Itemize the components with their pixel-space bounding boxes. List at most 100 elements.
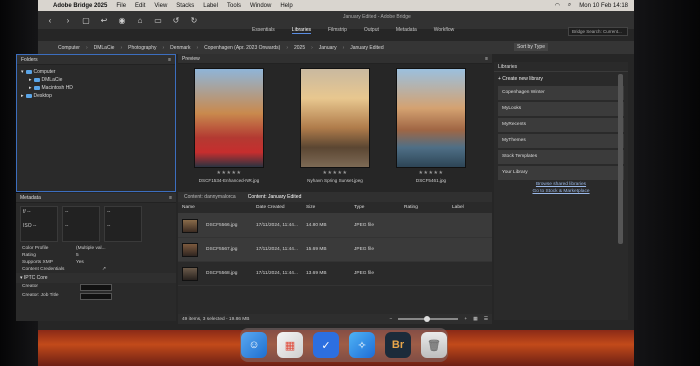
browse-shared-libraries-link[interactable]: Browse shared libraries	[494, 182, 628, 187]
list-view-icon[interactable]: ☰	[484, 317, 488, 322]
rating-stars[interactable]: ★★★★★	[290, 170, 380, 176]
panel-menu-icon[interactable]: ≡	[485, 56, 488, 62]
library-item[interactable]: MyRecents	[498, 118, 624, 132]
rating-stars[interactable]: ★★★★★	[184, 170, 274, 176]
return-icon[interactable]: ↩	[98, 15, 110, 25]
menu-file[interactable]: File	[116, 3, 126, 9]
menu-label[interactable]: Label	[203, 3, 218, 9]
breadcrumb-photography[interactable]: Photography	[128, 45, 156, 51]
breadcrumb-january-edited[interactable]: January Edited	[350, 45, 383, 51]
slider-knob[interactable]	[424, 316, 431, 322]
zoom-out-icon[interactable]: −	[390, 317, 393, 322]
workspace-essentials[interactable]: Essentials	[252, 27, 275, 34]
workspace-libraries[interactable]: Libraries	[291, 27, 311, 34]
column-size[interactable]: Size	[306, 205, 354, 211]
menu-edit[interactable]: Edit	[135, 3, 145, 9]
tab-content-january-edited[interactable]: Content: January Edited	[248, 194, 302, 200]
panel-menu-icon[interactable]: ≡	[169, 195, 172, 201]
external-link-icon[interactable]: ↗	[102, 267, 106, 272]
rotate-right-icon[interactable]: ↻	[188, 15, 200, 25]
library-item[interactable]: MyLooks	[498, 102, 624, 116]
iptc-core-section[interactable]: ▾ IPTC Core	[16, 273, 176, 283]
spotlight-icon[interactable]: ⌕	[568, 2, 571, 9]
grid-view-icon[interactable]: ▦	[473, 317, 478, 322]
breadcrumb-january[interactable]: January	[319, 45, 337, 51]
menu-app-name[interactable]: Adobe Bridge 2025	[53, 3, 107, 9]
menu-window[interactable]: Window	[250, 3, 271, 9]
breadcrumb-2025[interactable]: 2025	[294, 45, 305, 51]
libraries-scrollbar[interactable]	[618, 74, 623, 244]
library-item[interactable]: Your Library	[498, 166, 624, 180]
stock-marketplace-link[interactable]: Go to Stock & Marketplace	[494, 189, 628, 194]
thumbnail-size-slider[interactable]	[398, 316, 459, 322]
tab-content-dannymalorca[interactable]: Content: dannymalorca	[184, 194, 236, 200]
tree-item-dmlacie[interactable]: ▸ DMLaCie	[21, 76, 171, 84]
forward-icon[interactable]: ›	[62, 15, 74, 25]
workspace-output[interactable]: Output	[364, 27, 379, 34]
library-item[interactable]: MyThemes	[498, 134, 624, 148]
computer-icon	[25, 70, 32, 74]
camera-icon[interactable]: ◉	[116, 15, 128, 25]
tree-item-computer[interactable]: ▾ Computer	[21, 68, 171, 76]
menu-clock[interactable]: Mon 10 Feb 14:18	[579, 3, 628, 9]
creator-field[interactable]	[80, 284, 112, 291]
rotate-left-icon[interactable]: ↺	[170, 15, 182, 25]
chevron-right-icon[interactable]: ▸	[29, 84, 32, 92]
zoom-in-icon[interactable]: +	[464, 317, 467, 322]
menu-stacks[interactable]: Stacks	[176, 3, 194, 9]
table-row[interactable]: DSCF5568.jpg 17/11/2024, 11:44... 13.69 …	[178, 262, 492, 286]
chevron-right-icon[interactable]: ▸	[21, 92, 24, 100]
breadcrumb-dmlacie[interactable]: DMLaCie	[94, 45, 115, 51]
menu-tools[interactable]: Tools	[227, 3, 241, 9]
trash-icon[interactable]: 🗑	[421, 332, 447, 358]
search-input[interactable]: Bridge Search: Current...	[568, 27, 628, 36]
preview-image-1[interactable]	[194, 68, 264, 168]
wifi-icon[interactable]: ◠	[555, 2, 560, 9]
breadcrumb-computer[interactable]: Computer	[58, 45, 80, 51]
table-row[interactable]: DSCF5566.jpg 17/11/2024, 11:44... 14.80 …	[178, 214, 492, 238]
preview-image-3[interactable]	[396, 68, 466, 168]
meta-row-creator: Creator	[16, 283, 176, 292]
panel-title[interactable]: Folders	[21, 57, 38, 63]
column-name[interactable]: Name	[182, 205, 256, 211]
back-icon[interactable]: ‹	[44, 15, 56, 25]
rating-stars[interactable]: ★★★★★	[386, 170, 476, 176]
finder-icon[interactable]: ☺	[241, 332, 267, 358]
menu-help[interactable]: Help	[280, 3, 292, 9]
recent-folder-icon[interactable]: ▢	[80, 15, 92, 25]
column-date-created[interactable]: Date Created	[256, 205, 306, 211]
panel-title[interactable]: Preview	[182, 56, 200, 62]
library-item[interactable]: Stock Templates	[498, 150, 624, 164]
preview-panel: Preview ≡ ★★★★★ DSCF1534-Enhanced-NR.jpg …	[178, 54, 492, 190]
column-rating[interactable]: Rating	[404, 205, 452, 211]
workspace-filmstrip[interactable]: Filmstrip	[328, 27, 347, 34]
panel-title[interactable]: Metadata	[20, 195, 41, 201]
breadcrumb-copenhagen[interactable]: Copenhagen (Apr. 2023 Onwards)	[204, 45, 280, 51]
creator-job-title-field[interactable]	[80, 293, 112, 300]
create-library-button[interactable]: + Create new library	[494, 72, 628, 86]
panel-menu-icon[interactable]: ≡	[168, 57, 171, 63]
panel-title[interactable]: Libraries	[494, 62, 628, 72]
menu-view[interactable]: View	[154, 3, 167, 9]
breadcrumb-denmark[interactable]: Denmark	[170, 45, 190, 51]
monitor-bezel-right	[634, 0, 700, 366]
tree-item-macintosh-hd[interactable]: ▸ Macintosh HD	[21, 84, 171, 92]
open-recent-icon[interactable]: ▭	[152, 15, 164, 25]
chevron-down-icon[interactable]: ▾	[21, 68, 24, 76]
preview-image-2[interactable]	[300, 68, 370, 168]
launchpad-icon[interactable]: ▦	[277, 332, 303, 358]
tree-item-desktop[interactable]: ▸ Desktop	[21, 92, 171, 100]
chevron-right-icon[interactable]: ▸	[29, 76, 32, 84]
sort-dropdown[interactable]: Sort by Type	[514, 43, 548, 51]
column-label[interactable]: Label	[452, 205, 482, 211]
bridge-dock-icon[interactable]: Br	[385, 332, 411, 358]
workspace-workflow[interactable]: Workflow	[434, 27, 454, 34]
refine-icon[interactable]: ⌂	[134, 15, 146, 25]
table-row[interactable]: DSCF5567.jpg 17/11/2024, 11:44... 15.69 …	[178, 238, 492, 262]
tasks-icon[interactable]: ✓	[313, 332, 339, 358]
workspace-metadata[interactable]: Metadata	[396, 27, 417, 34]
drive-icon	[33, 78, 40, 82]
safari-icon[interactable]: ✧	[349, 332, 375, 358]
column-type[interactable]: Type	[354, 205, 404, 211]
library-item[interactable]: Copenhagen Winter	[498, 86, 624, 100]
